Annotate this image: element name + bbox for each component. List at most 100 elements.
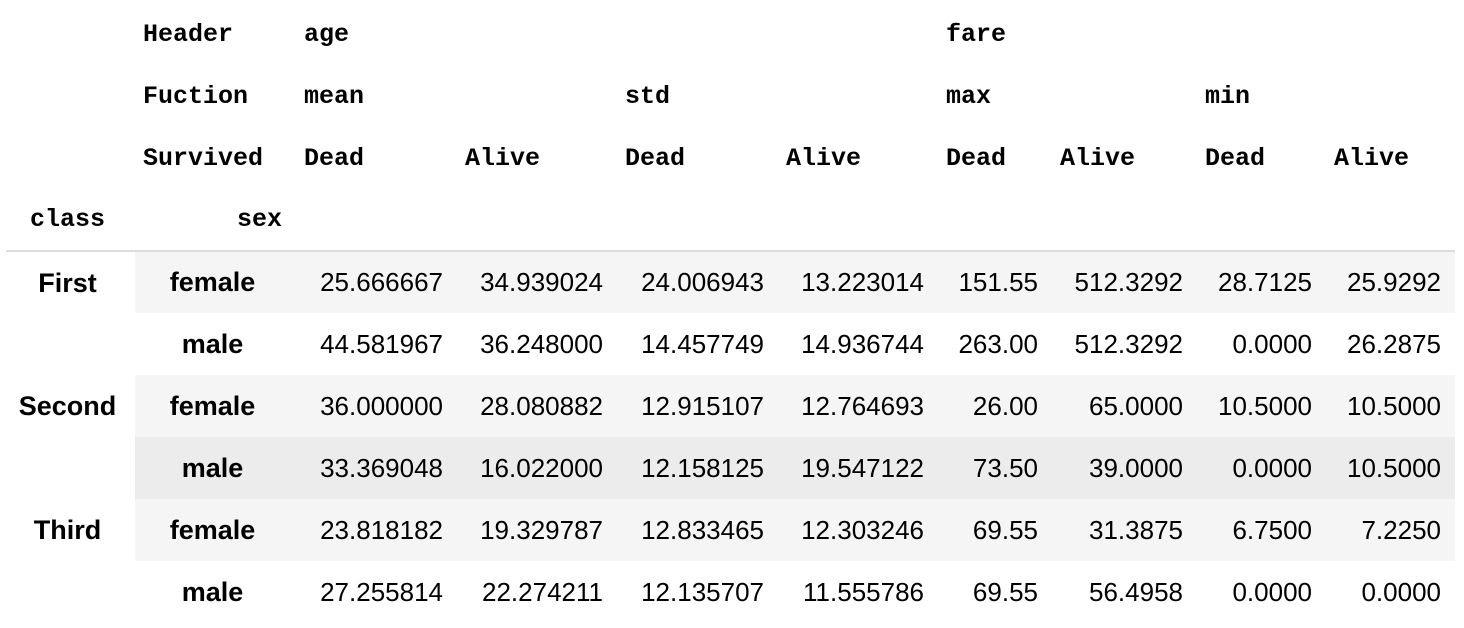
table-cell: 19.329787	[457, 499, 617, 561]
table-cell: 7.2250	[1326, 499, 1455, 561]
blank-header-cell	[6, 3, 135, 65]
table-cell: 28.7125	[1197, 251, 1326, 313]
blank-header-cell	[6, 65, 135, 127]
table-cell: 16.022000	[457, 437, 617, 499]
table-cell: 56.4958	[1089, 576, 1183, 607]
table-cell: 25.9292	[1326, 251, 1455, 313]
outcome-header: Dead	[1205, 143, 1266, 173]
table-cell: 12.915107	[617, 375, 778, 437]
table-cell: 12.158125	[617, 437, 778, 499]
blank-header-cell	[617, 189, 778, 252]
blank-header-cell	[1052, 189, 1197, 252]
table-cell: 19.547122	[778, 437, 938, 499]
header-level-name: Survived	[143, 143, 264, 173]
index-name-sex: sex	[135, 189, 296, 252]
table-cell: 73.50	[938, 437, 1052, 499]
table-cell: 69.55	[938, 499, 1052, 561]
table-cell: 14.457749	[641, 328, 764, 359]
blank-header-cell	[1197, 189, 1326, 252]
table-cell: 10.5000	[1326, 437, 1455, 499]
table-cell: 12.303246	[778, 499, 938, 561]
table-cell: 34.939024	[457, 251, 617, 313]
function-header: std	[625, 81, 671, 111]
table-cell: 10.5000	[1326, 375, 1455, 437]
header-row-level2: Survived Dead Alive Dead Alive Dead Aliv…	[6, 127, 1455, 189]
function-header: max	[946, 81, 992, 111]
table-cell: 14.936744	[801, 328, 924, 359]
row-index-class: Second	[18, 391, 117, 421]
table-body: First female 25.666667 34.939024 24.0069…	[6, 251, 1455, 623]
dataframe-table: Header age fare Fuction mean std max min…	[6, 3, 1455, 623]
row-index-sex: female	[135, 499, 296, 561]
table-cell: 27.255814	[320, 576, 443, 607]
table-cell: 26.00	[938, 375, 1052, 437]
outcome-header: Dead	[304, 143, 365, 173]
table-cell: 44.581967	[320, 328, 443, 359]
table-cell: 33.369048	[296, 437, 457, 499]
table-cell: 36.248000	[480, 328, 603, 359]
table-cell: 25.666667	[296, 251, 457, 313]
blank-header-cell	[1326, 189, 1455, 252]
table-cell: 65.0000	[1052, 375, 1197, 437]
table-cell: 11.555786	[803, 576, 924, 607]
table-row: male 44.581967 36.248000 14.457749 14.93…	[6, 313, 1455, 375]
table-cell: 12.135707	[641, 576, 764, 607]
blank-header-cell	[778, 189, 938, 252]
row-index-sex: male	[135, 437, 296, 499]
table-row: male 33.369048 16.022000 12.158125 19.54…	[6, 437, 1455, 499]
header-row-level1: Fuction mean std max min	[6, 65, 1455, 127]
table-cell: 0.0000	[1361, 576, 1441, 607]
table-header: Header age fare Fuction mean std max min…	[6, 3, 1455, 252]
outcome-header: Alive	[786, 143, 862, 173]
blank-header-cell	[457, 189, 617, 252]
header-level-name: Header	[143, 19, 234, 49]
blank-header-cell	[296, 189, 457, 252]
header-row-index-names: class sex	[6, 189, 1455, 252]
table-cell: 0.0000	[1232, 576, 1312, 607]
table-cell: 39.0000	[1052, 437, 1197, 499]
column-group-header: age	[304, 19, 350, 49]
outcome-header: Alive	[1060, 143, 1136, 173]
row-index-sex: female	[135, 251, 296, 313]
table-cell: 6.7500	[1197, 499, 1326, 561]
blank-header-cell	[6, 127, 135, 189]
table-cell: 151.55	[938, 251, 1052, 313]
table-cell: 0.0000	[1197, 437, 1326, 499]
blank-header-cell	[938, 189, 1052, 252]
table-row: Third female 23.818182 19.329787 12.8334…	[6, 499, 1455, 561]
table-cell: 23.818182	[296, 499, 457, 561]
table-cell: 512.3292	[1052, 251, 1197, 313]
header-level-name: Fuction	[143, 81, 249, 111]
outcome-header: Dead	[625, 143, 686, 173]
outcome-header: Alive	[465, 143, 541, 173]
row-index-class: First	[38, 268, 97, 298]
table-cell: 22.274211	[482, 576, 603, 607]
table-cell: 512.3292	[1074, 328, 1183, 359]
table-cell: 10.5000	[1197, 375, 1326, 437]
table-cell: 28.080882	[457, 375, 617, 437]
table-row: Second female 36.000000 28.080882 12.915…	[6, 375, 1455, 437]
table-cell: 26.2875	[1347, 328, 1441, 359]
table-cell: 263.00	[958, 328, 1038, 359]
table-row: male 27.255814 22.274211 12.135707 11.55…	[6, 561, 1455, 623]
outcome-header: Dead	[946, 143, 1007, 173]
table-cell: 13.223014	[778, 251, 938, 313]
table-row: First female 25.666667 34.939024 24.0069…	[6, 251, 1455, 313]
table-cell: 12.833465	[617, 499, 778, 561]
table-cell: 12.764693	[778, 375, 938, 437]
table-cell: 69.55	[972, 576, 1038, 607]
table-cell: 0.0000	[1232, 328, 1312, 359]
function-header: min	[1205, 81, 1251, 111]
table-cell: 24.006943	[617, 251, 778, 313]
row-index-sex: female	[135, 375, 296, 437]
function-header: mean	[304, 81, 365, 111]
row-index-sex: male	[181, 576, 244, 607]
row-index-sex: male	[181, 328, 244, 359]
header-row-level0: Header age fare	[6, 3, 1455, 65]
table-cell: 36.000000	[296, 375, 457, 437]
column-group-header: fare	[946, 19, 1007, 49]
row-index-class: Third	[33, 515, 102, 545]
index-name-class: class	[6, 189, 135, 252]
outcome-header: Alive	[1334, 143, 1410, 173]
table-cell: 31.3875	[1052, 499, 1197, 561]
